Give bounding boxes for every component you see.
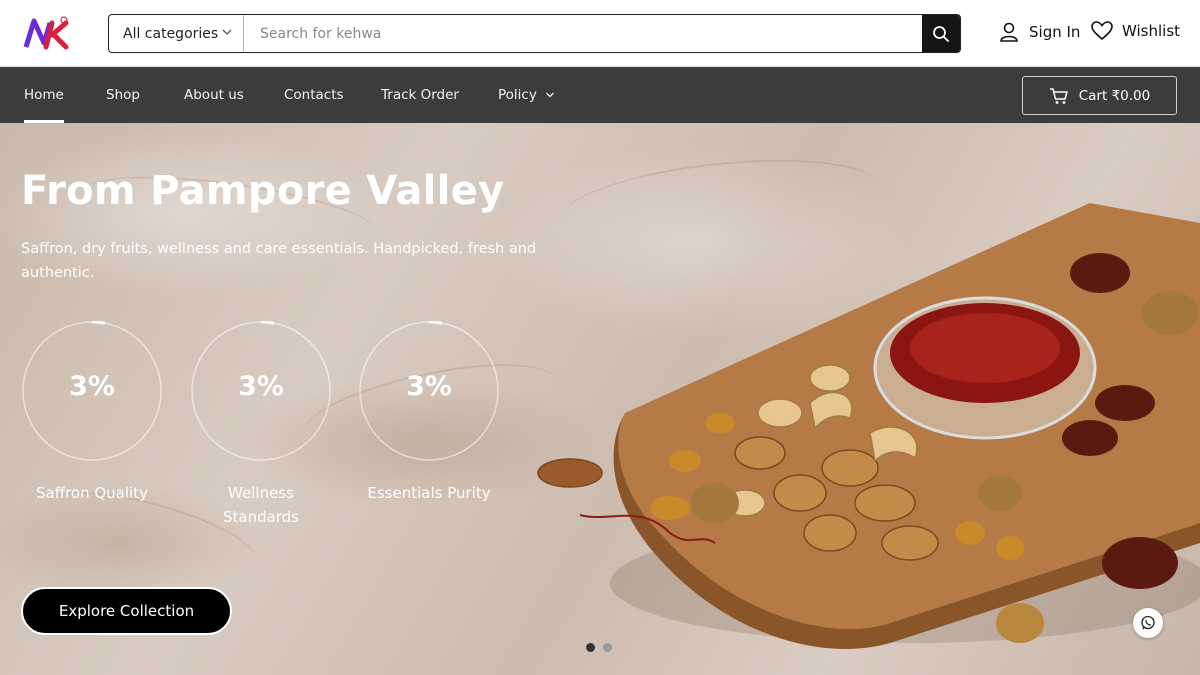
brand-logo[interactable]	[22, 13, 72, 53]
nav-contacts[interactable]: Contacts	[284, 67, 344, 123]
main-nav: Home Shop About us Contacts Track Order …	[0, 67, 1200, 123]
nav-contacts-label: Contacts	[284, 87, 344, 103]
stat-value: 3%	[238, 371, 284, 402]
nav-about-us-label: About us	[184, 87, 244, 103]
stat-wellness-standards: 3% Wellness Standards	[190, 320, 332, 526]
cart-label: Cart ₹0.00	[1078, 87, 1151, 104]
slide-dot-2[interactable]	[603, 643, 612, 652]
nav-shop-label: Shop	[106, 87, 140, 103]
nav-track-order[interactable]: Track Order	[381, 67, 459, 123]
stat-value: 3%	[69, 371, 115, 402]
hero-subtitle: Saffron, dry fruits, wellness and care e…	[21, 241, 537, 281]
whatsapp-icon	[1141, 615, 1155, 630]
hero-title: From Pampore Valley	[21, 168, 505, 214]
category-select[interactable]: All categories	[109, 15, 244, 52]
search-button[interactable]	[922, 15, 960, 52]
nav-track-order-label: Track Order	[381, 87, 459, 103]
user-icon	[1000, 22, 1018, 42]
saffron-dry-fruits-image	[537, 203, 1200, 649]
wishlist-link[interactable]: Wishlist	[1091, 21, 1180, 41]
sign-in-label: Sign In	[1029, 23, 1081, 41]
slider-dots	[586, 643, 612, 652]
nav-policy-label: Policy	[498, 87, 537, 103]
chevron-down-icon	[222, 29, 232, 35]
hero-banner: From Pampore Valley Saffron, dry fruits,…	[0, 123, 1200, 675]
chevron-down-icon	[545, 92, 554, 98]
cart-button[interactable]: Cart ₹0.00	[1022, 76, 1177, 115]
cart-icon	[1049, 87, 1068, 104]
whatsapp-chat-button[interactable]	[1133, 608, 1163, 638]
stat-label: Essentials Purity	[367, 484, 491, 502]
explore-collection-button[interactable]: Explore Collection	[21, 587, 232, 635]
stat-saffron-quality: 3% Saffron Quality	[21, 320, 163, 502]
search-input[interactable]	[244, 15, 922, 52]
search-bar: All categories	[108, 14, 961, 53]
nav-home-label: Home	[24, 87, 64, 103]
heart-icon	[1091, 21, 1113, 41]
stat-essentials-purity: 3% Essentials Purity	[358, 320, 500, 502]
stat-label: Saffron Quality	[36, 484, 148, 502]
stat-label: Wellness Standards	[222, 484, 300, 526]
wishlist-label: Wishlist	[1122, 22, 1181, 40]
stat-value: 3%	[406, 371, 452, 402]
nav-shop[interactable]: Shop	[106, 67, 140, 123]
sign-in-link[interactable]: Sign In	[998, 21, 1080, 43]
site-header: All categories Sign In Wishlist	[0, 0, 1200, 67]
category-select-label: All categories	[123, 25, 219, 42]
search-icon	[933, 25, 949, 42]
slide-dot-1[interactable]	[586, 643, 595, 652]
nav-policy[interactable]: Policy	[498, 67, 555, 123]
nav-home[interactable]: Home	[24, 67, 64, 123]
nav-about-us[interactable]: About us	[184, 67, 244, 123]
